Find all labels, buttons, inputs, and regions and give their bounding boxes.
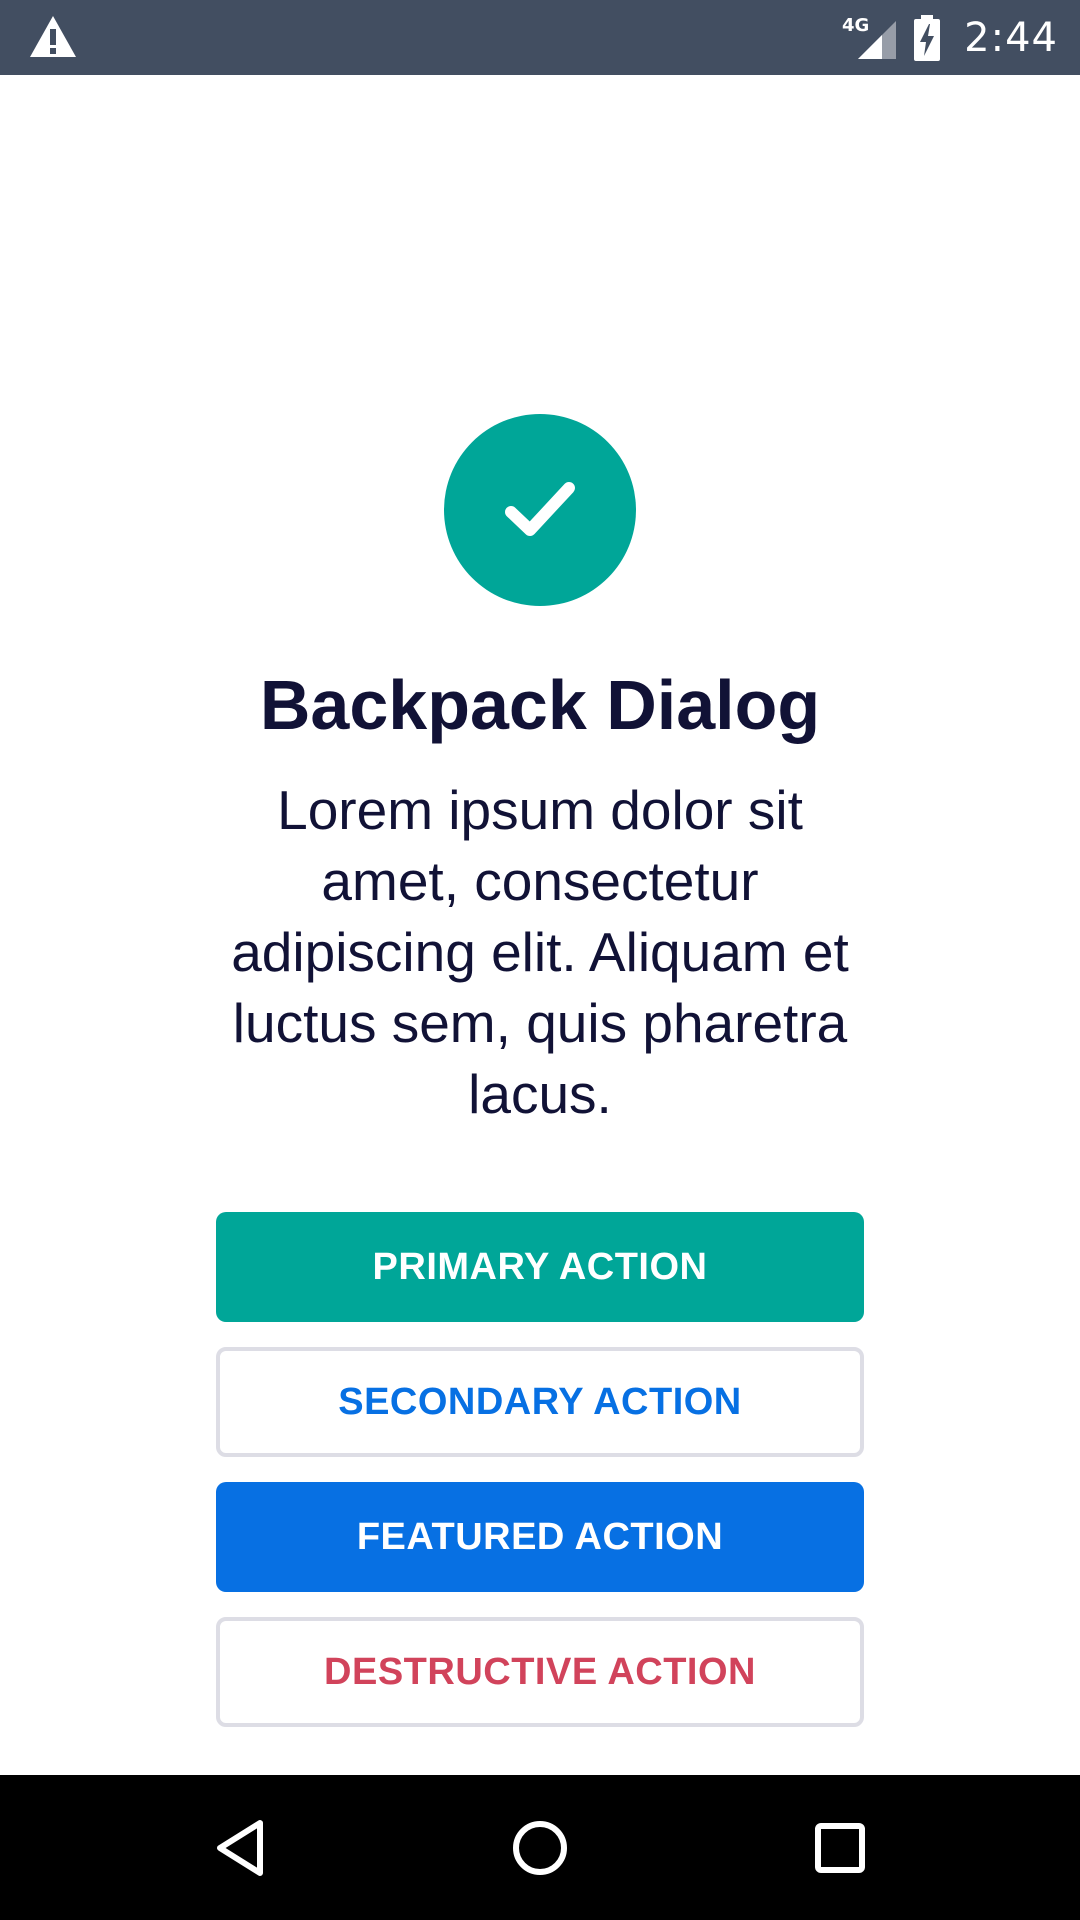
home-button[interactable] — [460, 1775, 620, 1920]
back-button[interactable] — [160, 1775, 320, 1920]
recents-button[interactable] — [760, 1775, 920, 1920]
warning-icon — [30, 16, 76, 57]
dialog-body: Lorem ipsum dolor sit amet, consectetur … — [231, 779, 849, 1125]
dialog-content: Backpack Dialog Lorem ipsum dolor sit am… — [0, 75, 1080, 1775]
status-icons: 4G 2:44 — [842, 0, 1058, 75]
back-icon — [217, 1819, 263, 1876]
status-time: 2:44 — [964, 14, 1058, 61]
screen: 4G 2:44 Backpack Dialog Lorem ipsum dolo… — [0, 0, 1080, 1920]
checkmark-icon — [505, 482, 575, 536]
home-icon — [513, 1820, 567, 1875]
featured-action-button[interactable]: FEATURED ACTION — [216, 1482, 864, 1592]
battery-charging-icon — [914, 14, 941, 61]
recents-icon — [815, 1822, 865, 1873]
secondary-action-button[interactable]: SECONDARY ACTION — [216, 1347, 864, 1457]
destructive-action-button[interactable]: DESTRUCTIVE ACTION — [216, 1617, 864, 1727]
navigation-bar — [0, 1775, 1080, 1920]
success-icon-circle — [444, 414, 636, 606]
signal-icon: 4G — [842, 13, 898, 63]
dialog-title: Backpack Dialog — [259, 666, 821, 744]
primary-action-button[interactable]: PRIMARY ACTION — [216, 1212, 864, 1322]
network-type-label: 4G — [842, 15, 869, 36]
status-bar: 4G 2:44 — [0, 0, 1080, 75]
